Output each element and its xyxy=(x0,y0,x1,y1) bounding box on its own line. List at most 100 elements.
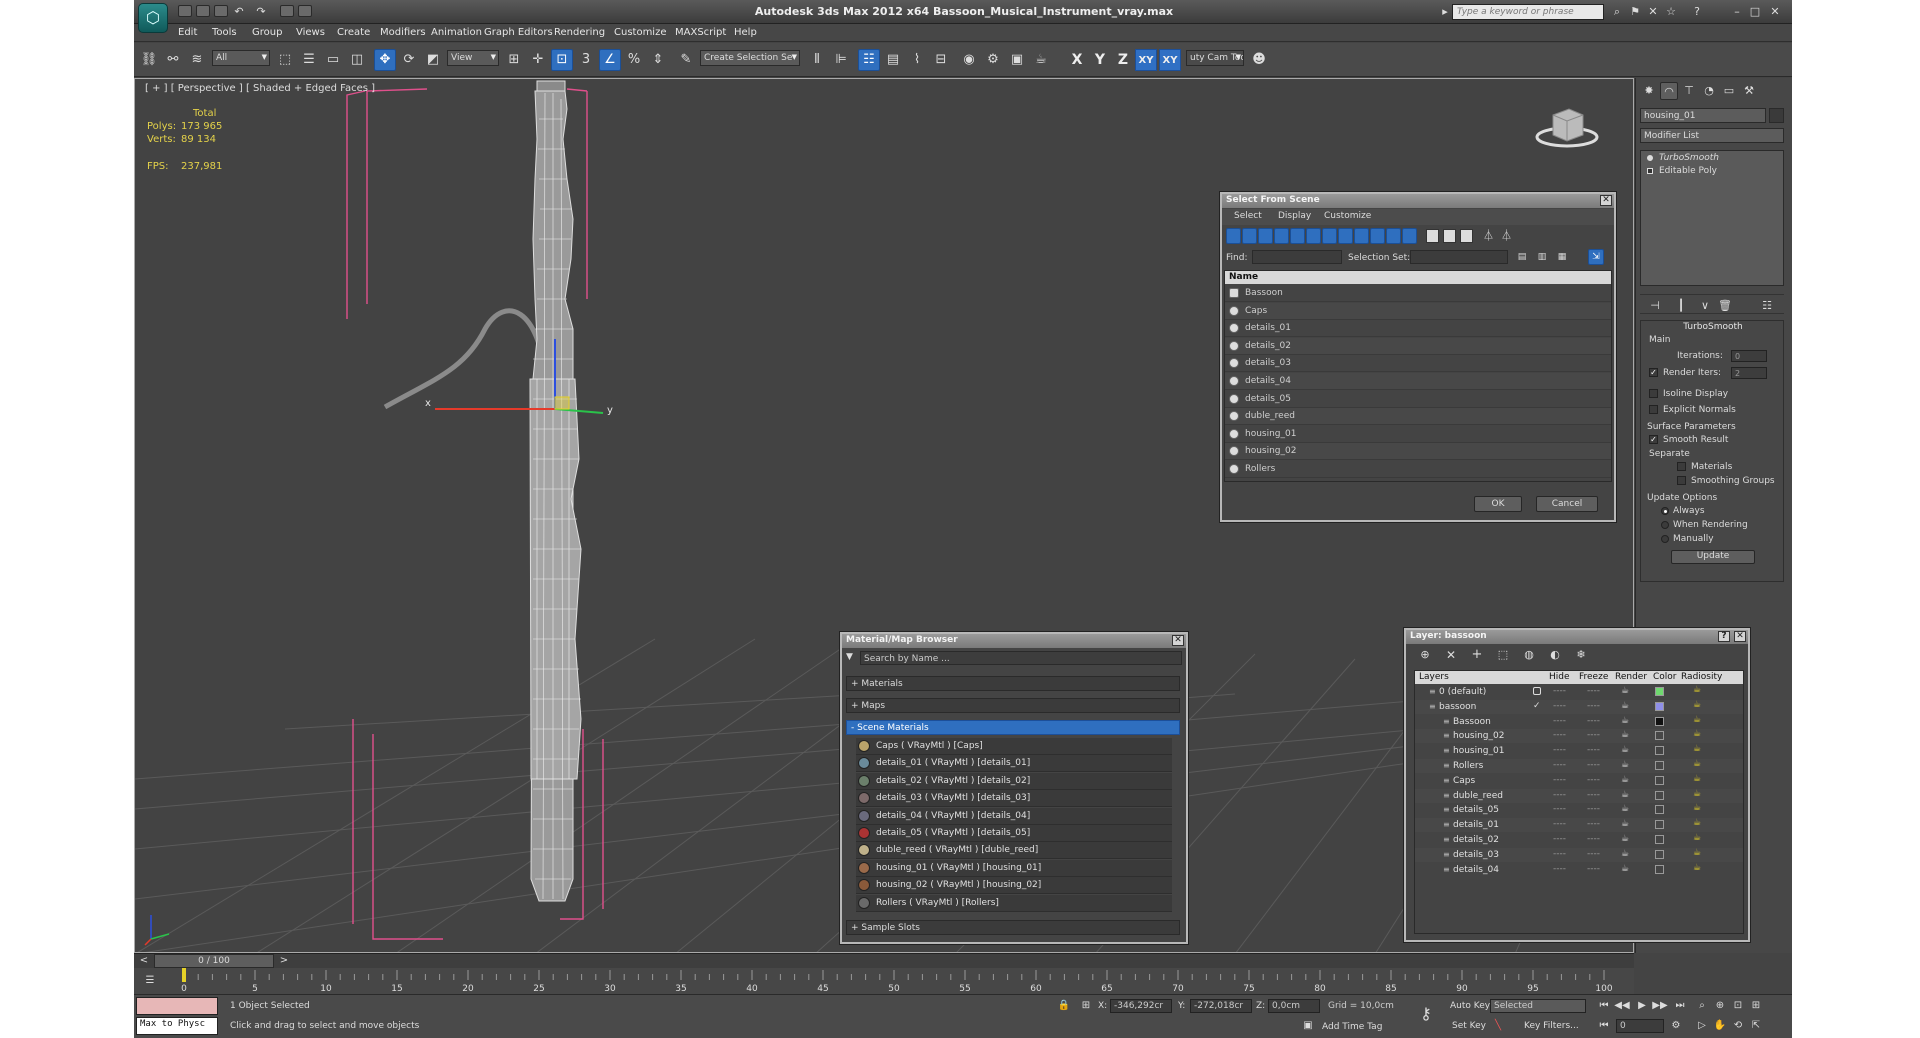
freeze-toggle[interactable]: ---- xyxy=(1587,745,1600,755)
app-logo-icon[interactable]: ⬡ xyxy=(138,3,168,33)
render-iters-spinner[interactable]: 2 xyxy=(1731,367,1767,379)
radiosity-teapot-icon[interactable]: ☕ xyxy=(1693,803,1701,813)
close-icon[interactable]: ✕ xyxy=(1600,195,1612,206)
snaps-toggle-icon[interactable]: 3 xyxy=(575,49,597,71)
material-item[interactable]: housing_02 ( VRayMtl ) [housing_02] xyxy=(856,877,1172,895)
always-radio[interactable] xyxy=(1661,507,1669,515)
modifier-list-dropdown[interactable]: Modifier List xyxy=(1640,128,1784,143)
render-teapot-icon[interactable]: ☕ xyxy=(1621,790,1629,800)
freeze-column[interactable]: Freeze xyxy=(1579,672,1608,682)
display-xrefs-icon[interactable] xyxy=(1338,228,1353,244)
render-teapot-icon[interactable]: ☕ xyxy=(1621,775,1629,785)
create-tab-icon[interactable]: ✸ xyxy=(1640,82,1658,100)
layer-color-swatch[interactable] xyxy=(1655,790,1664,800)
reference-coord-dropdown[interactable]: View xyxy=(447,50,499,66)
freeze-toggle[interactable]: ---- xyxy=(1587,834,1600,844)
list-item[interactable]: housing_01 xyxy=(1225,426,1611,443)
previous-frame-icon[interactable]: ◀◀ xyxy=(1614,999,1630,1013)
material-item[interactable]: details_02 ( VRayMtl ) [details_02] xyxy=(856,772,1172,790)
freeze-toggle[interactable]: ---- xyxy=(1587,701,1600,711)
hide-toggle[interactable]: ---- xyxy=(1553,716,1566,726)
window-crossing-icon[interactable]: ◫ xyxy=(346,49,368,71)
display-geometry-icon[interactable] xyxy=(1226,228,1241,244)
separate-smoothing-checkbox[interactable] xyxy=(1677,476,1686,485)
cancel-button[interactable]: Cancel xyxy=(1536,496,1598,512)
select-by-name-icon[interactable]: ☰ xyxy=(298,49,320,71)
display-frozen-icon[interactable] xyxy=(1386,228,1401,244)
radiosity-teapot-icon[interactable]: ☕ xyxy=(1693,833,1701,843)
freeze-toggle[interactable]: ---- xyxy=(1587,804,1600,814)
menu-modifiers[interactable]: Modifiers xyxy=(380,27,426,38)
close-icon[interactable]: ✕ xyxy=(1768,5,1782,18)
stack-item-turbosmooth[interactable]: TurboSmooth xyxy=(1659,153,1719,163)
zoom-all-icon[interactable]: ⊕ xyxy=(1712,999,1728,1013)
freeze-toggle[interactable]: ---- xyxy=(1587,819,1600,829)
display-space-warps-icon[interactable] xyxy=(1306,228,1321,244)
render-teapot-icon[interactable]: ☕ xyxy=(1621,804,1629,814)
display-groups-icon[interactable] xyxy=(1322,228,1337,244)
project-folder-icon[interactable] xyxy=(280,5,294,17)
key-mode-toggle-icon[interactable]: ⏮ xyxy=(1596,1019,1612,1033)
menu-group[interactable]: Group xyxy=(252,27,282,38)
zoom-extents-all-icon[interactable]: ⊞ xyxy=(1748,999,1764,1013)
name-column-header[interactable]: Name xyxy=(1225,271,1611,284)
menu-graph-editors[interactable]: Graph Editors xyxy=(484,27,553,38)
auto-key-button[interactable]: Auto Key xyxy=(1450,1001,1490,1011)
open-file-icon[interactable] xyxy=(196,5,210,17)
y-coord-field[interactable]: -272,018cr xyxy=(1190,999,1252,1013)
hide-unhide-all-icon[interactable]: ◐ xyxy=(1546,646,1564,664)
maxscript-mini-listener[interactable]: Max to Physc xyxy=(136,1017,218,1035)
render-teapot-icon[interactable]: ☕ xyxy=(1621,686,1629,696)
hide-toggle[interactable]: ---- xyxy=(1553,745,1566,755)
object-color-swatch[interactable] xyxy=(1769,108,1784,123)
orbit-icon[interactable]: ⟲ xyxy=(1730,1019,1746,1033)
time-tag-icon[interactable]: ▣ xyxy=(1300,1019,1316,1033)
link-icon[interactable]: ⛓ xyxy=(138,49,160,71)
list-item[interactable]: details_05 xyxy=(1225,391,1611,408)
material-item[interactable]: duble_reed ( VRayMtl ) [duble_reed] xyxy=(856,842,1172,860)
pan-view-icon[interactable]: ✋ xyxy=(1712,1019,1728,1033)
when-rendering-radio[interactable] xyxy=(1661,521,1669,529)
create-layer-icon[interactable]: ⊕ xyxy=(1416,646,1434,664)
restore-icon[interactable]: □ xyxy=(1748,5,1762,18)
hide-toggle[interactable]: ---- xyxy=(1553,760,1566,770)
pivot-center-icon[interactable]: ⊞ xyxy=(503,49,525,71)
align-icon[interactable]: ⊫ xyxy=(830,49,852,71)
select-highlighted-icon[interactable]: ⬚ xyxy=(1494,646,1512,664)
layer-color-swatch[interactable] xyxy=(1655,716,1664,726)
freeze-toggle[interactable]: ---- xyxy=(1587,686,1600,696)
make-unique-icon[interactable]: ∨ xyxy=(1696,295,1714,313)
add-time-tag[interactable]: Add Time Tag xyxy=(1322,1022,1382,1032)
graphite-ribbon-icon[interactable]: ▤ xyxy=(882,49,904,71)
freeze-toggle[interactable]: ---- xyxy=(1587,864,1600,874)
freeze-unfreeze-all-icon[interactable]: ❄ xyxy=(1572,646,1590,664)
binoculars-icon[interactable]: ⌕ xyxy=(1610,5,1624,18)
absolute-mode-icon[interactable]: ⊞ xyxy=(1078,999,1094,1013)
display-bones-icon[interactable] xyxy=(1354,228,1369,244)
current-frame-field[interactable]: 0 xyxy=(1616,1019,1664,1033)
list-item[interactable]: Caps xyxy=(1225,302,1611,320)
key-icon[interactable]: ⚷ xyxy=(1418,1006,1434,1022)
favorites-icon[interactable]: ☆ xyxy=(1664,5,1678,18)
select-invert-icon[interactable]: ▦ xyxy=(1554,249,1570,265)
layer-color-swatch[interactable] xyxy=(1655,849,1664,859)
render-teapot-icon[interactable]: ☕ xyxy=(1621,745,1629,755)
radiosity-teapot-icon[interactable]: ☕ xyxy=(1693,729,1701,739)
restrict-y-button[interactable]: Y xyxy=(1089,49,1111,71)
viewcube-icon[interactable] xyxy=(1535,101,1599,149)
menu-customize[interactable]: Customize xyxy=(614,27,667,38)
go-to-end-icon[interactable]: ⏭ xyxy=(1672,999,1688,1013)
menu-tools[interactable]: Tools xyxy=(212,27,237,38)
layer-color-swatch[interactable] xyxy=(1655,820,1664,830)
list-item[interactable]: details_03 xyxy=(1225,355,1611,373)
material-item[interactable]: details_01 ( VRayMtl ) [details_01] xyxy=(856,755,1172,773)
arrow-right-icon[interactable]: ▸ xyxy=(1438,5,1452,18)
render-teapot-icon[interactable]: ☕ xyxy=(1621,864,1629,874)
set-key-button[interactable]: Set Key xyxy=(1452,1021,1486,1031)
display-invert-icon[interactable] xyxy=(1460,229,1473,243)
bind-space-warp-icon[interactable]: ≋ xyxy=(186,49,208,71)
render-teapot-icon[interactable]: ☕ xyxy=(1621,849,1629,859)
layer-row[interactable]: ≡ Rollers ---- ---- ☕ ☕ xyxy=(1415,759,1743,773)
layer-color-swatch[interactable] xyxy=(1655,687,1664,696)
undo-icon[interactable]: ↶ xyxy=(232,5,246,18)
